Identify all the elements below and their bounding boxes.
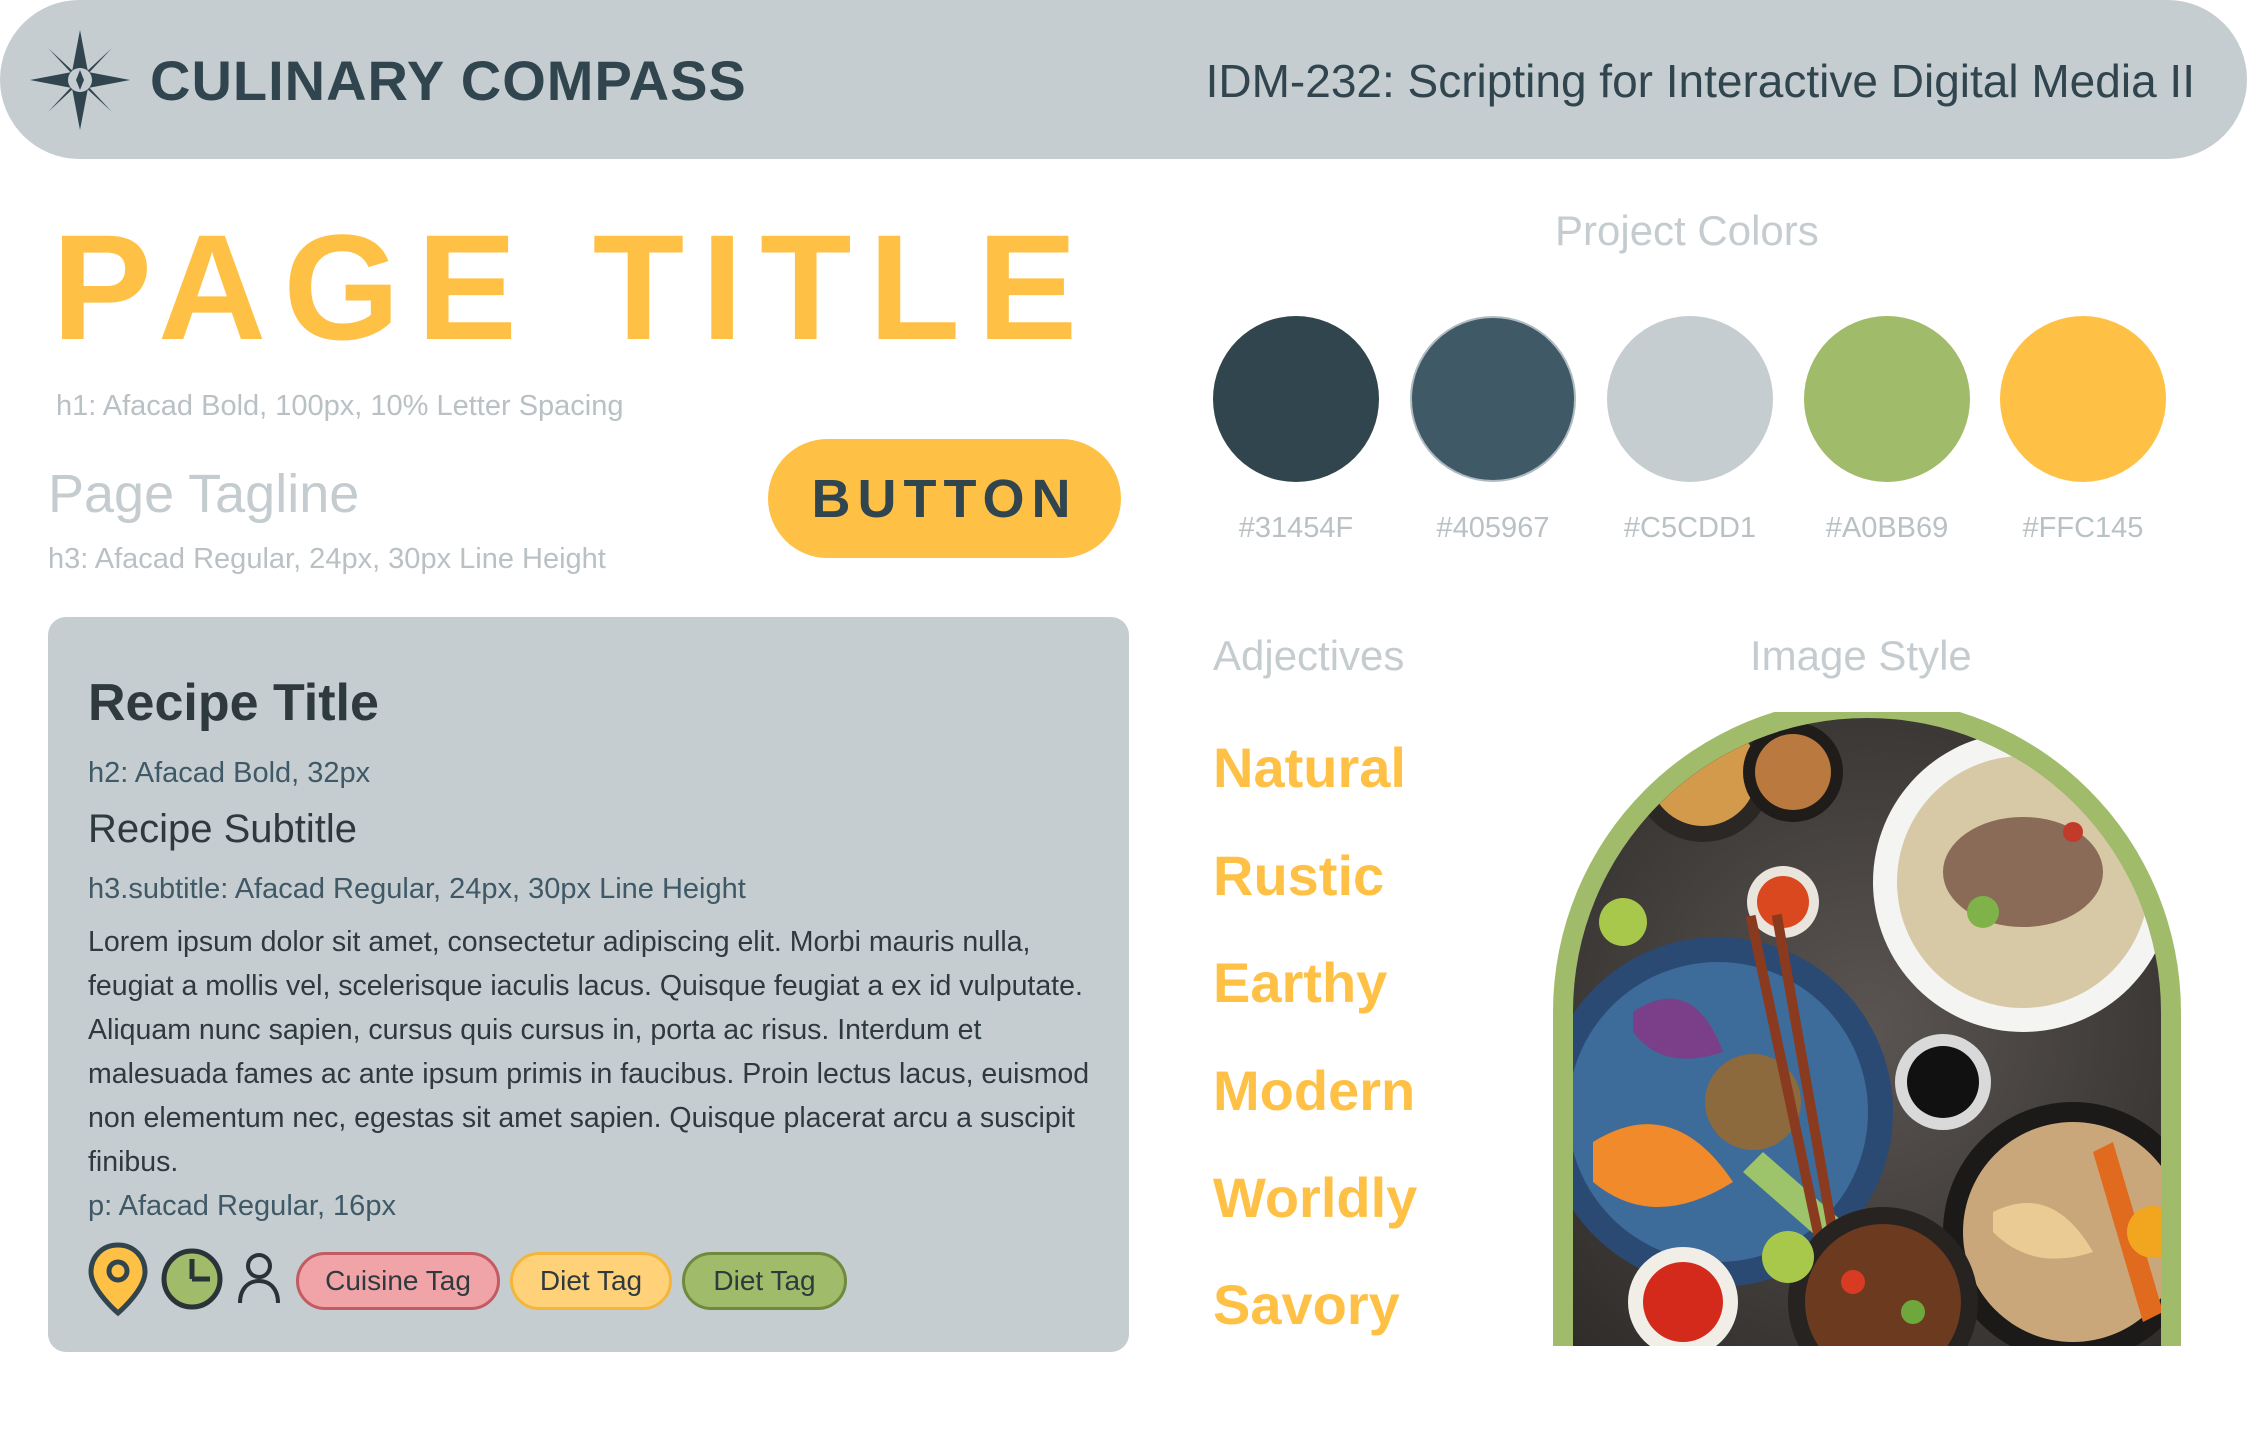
cuisine-tag[interactable]: Cuisine Tag bbox=[296, 1252, 500, 1310]
color-swatch bbox=[1213, 316, 1379, 482]
course-title: IDM-232: Scripting for Interactive Digit… bbox=[1205, 55, 2195, 107]
recipe-card: Recipe Title h2: Afacad Bold, 32px Recip… bbox=[48, 617, 1129, 1352]
recipe-subtitle-caption: h3.subtitle: Afacad Regular, 24px, 30px … bbox=[88, 873, 746, 905]
adjective-item: Natural bbox=[1213, 736, 1406, 799]
adjective-item: Savory bbox=[1213, 1273, 1400, 1336]
h3-caption: h3: Afacad Regular, 24px, 30px Line Heig… bbox=[48, 543, 606, 575]
adjective-item: Earthy bbox=[1213, 951, 1388, 1014]
color-hex-label: #A0BB69 bbox=[1825, 512, 1949, 544]
project-colors-title: Project Colors bbox=[1555, 207, 1819, 254]
brand-name: CULINARY COMPASS bbox=[150, 49, 747, 112]
color-hex-label: #405967 bbox=[1436, 512, 1550, 544]
compass-rose-icon bbox=[30, 30, 130, 130]
sample-button[interactable]: BUTTON bbox=[768, 439, 1121, 558]
clock-icon bbox=[160, 1247, 224, 1316]
adjectives-title: Adjectives bbox=[1213, 632, 1405, 679]
food-photo-arch bbox=[1553, 698, 2181, 1351]
diet-tag[interactable]: Diet Tag bbox=[510, 1252, 672, 1310]
recipe-body-text: Lorem ipsum dolor sit amet, consectetur … bbox=[88, 926, 1090, 1178]
color-swatch bbox=[1410, 316, 1576, 482]
adjective-item: Worldly bbox=[1213, 1166, 1418, 1229]
color-swatch bbox=[2000, 316, 2166, 482]
diet-tag[interactable]: Diet Tag bbox=[682, 1252, 847, 1310]
color-hex-label: #C5CDD1 bbox=[1623, 512, 1757, 544]
adjective-item: Modern bbox=[1213, 1059, 1416, 1122]
color-hex-label: #31454F bbox=[1238, 512, 1354, 544]
color-hex-label: #FFC145 bbox=[2022, 512, 2144, 544]
page-tagline-sample: Page Tagline bbox=[48, 464, 360, 524]
adjective-item: Rustic bbox=[1213, 844, 1385, 907]
page-title-sample: PAGE TITLE bbox=[52, 203, 1095, 371]
location-pin-icon bbox=[86, 1241, 150, 1322]
person-icon bbox=[236, 1251, 282, 1312]
recipe-subtitle: Recipe Subtitle bbox=[88, 807, 358, 851]
recipe-title-caption: h2: Afacad Bold, 32px bbox=[88, 757, 371, 789]
color-swatch bbox=[1607, 316, 1773, 482]
recipe-title: Recipe Title bbox=[88, 674, 379, 732]
color-swatches bbox=[1213, 316, 2170, 486]
image-style-title: Image Style bbox=[1750, 632, 1972, 679]
recipe-meta-row: Cuisine Tag Diet Tag Diet Tag bbox=[86, 1241, 847, 1321]
recipe-body-caption: p: Afacad Regular, 16px bbox=[88, 1190, 396, 1222]
color-swatch bbox=[1804, 316, 1970, 482]
h1-caption: h1: Afacad Bold, 100px, 10% Letter Spaci… bbox=[56, 390, 624, 422]
header-bar: CULINARY COMPASS IDM-232: Scripting for … bbox=[0, 0, 2247, 159]
